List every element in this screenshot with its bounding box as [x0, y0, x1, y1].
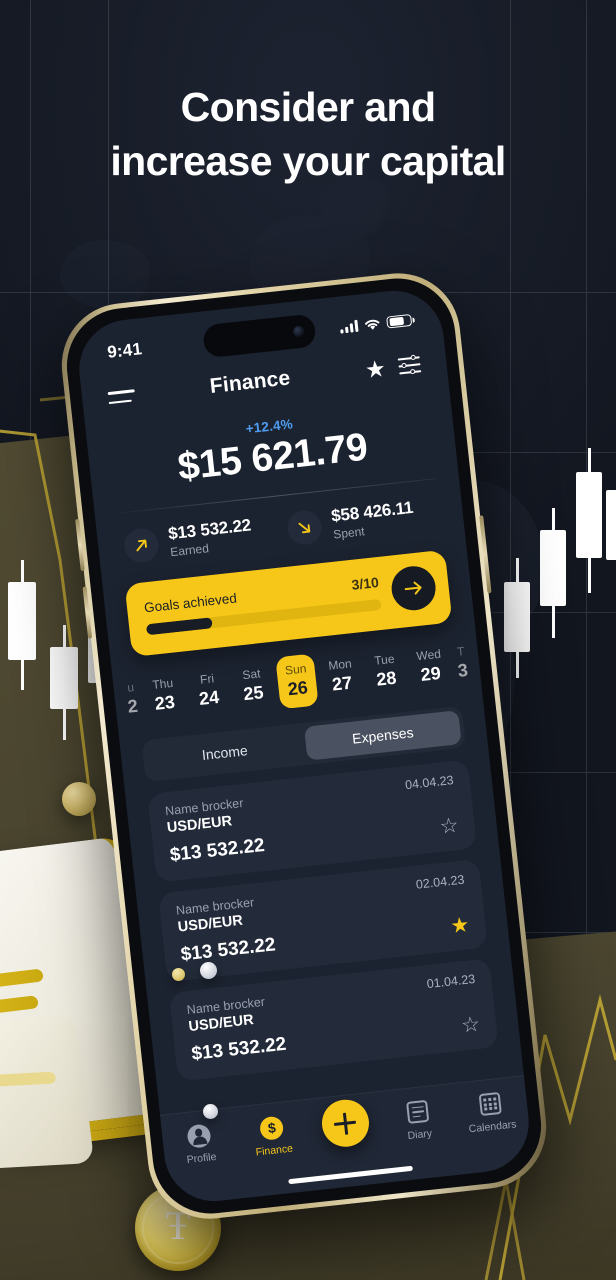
bottom-tab-bar: Profile $ Finance Diary Calendars [159, 1075, 534, 1207]
date-chip[interactable]: u2 [122, 673, 142, 726]
star-icon[interactable]: ★ [364, 355, 387, 383]
date-chip[interactable]: Fri 24 [186, 663, 230, 719]
promo-headline: Consider and increase your capital [0, 80, 616, 188]
transaction-amount: $13 532.22 [179, 934, 277, 966]
hamburger-menu-icon[interactable] [107, 389, 136, 405]
favorite-star-icon[interactable]: ☆ [439, 814, 460, 839]
white-ball-decor [200, 962, 217, 979]
headline-line-1: Consider and [180, 84, 436, 130]
date-chip-day: 25 [242, 682, 265, 705]
status-time: 9:41 [106, 339, 143, 362]
arrow-down-right-icon [285, 508, 324, 546]
date-chip[interactable]: Sun 26 [275, 653, 319, 710]
date-chip-weekday: Mon [327, 656, 353, 673]
transaction-amount: $13 532.22 [168, 834, 266, 867]
date-chip-weekday: Sat [241, 666, 262, 683]
transaction-row[interactable]: Name brocker 01.04.23 USD/EUR $13 532.22 ☆ [168, 958, 499, 1082]
candlestick-decor [8, 560, 36, 690]
white-ball-decor [203, 1104, 218, 1119]
transaction-list: Name brocker 04.04.23 USD/EUR $13 532.22 ☆ Na… [124, 745, 520, 1084]
date-chip-day: 24 [198, 686, 221, 709]
date-chip[interactable]: Wed 29 [408, 639, 452, 695]
tab-calendars[interactable]: Calendars [452, 1086, 529, 1137]
date-chip-weekday: Wed [415, 646, 442, 664]
date-chip[interactable]: Thu 23 [142, 668, 186, 724]
front-camera-icon [292, 325, 305, 338]
favorite-star-icon[interactable]: ☆ [460, 1013, 481, 1038]
goals-progress-fill [145, 617, 213, 636]
dollar-coin-icon: $ [259, 1115, 285, 1141]
add-transaction-button[interactable] [307, 1097, 384, 1151]
cellular-signal-icon [339, 319, 359, 334]
profile-avatar-icon [186, 1122, 212, 1149]
wifi-icon [364, 319, 380, 330]
candlestick-decor [504, 558, 530, 678]
date-chip-weekday: Thu [151, 675, 174, 692]
date-chip-day: 3 [456, 659, 469, 681]
diary-icon [405, 1099, 430, 1124]
date-chip[interactable]: Mon 27 [319, 649, 363, 705]
page-title: Finance [208, 366, 292, 398]
arrow-right-icon [404, 581, 422, 595]
date-chip-day: 2 [126, 695, 139, 717]
date-chip-day: 28 [375, 667, 398, 690]
calendar-icon [478, 1091, 502, 1117]
date-chip-day: 29 [419, 662, 442, 685]
candlestick-decor [576, 448, 602, 593]
tab-profile[interactable]: Profile [161, 1118, 238, 1169]
date-chip[interactable]: Tue 28 [364, 644, 408, 700]
goals-label: Goals achieved [143, 590, 238, 616]
date-chip-weekday: Sun [284, 661, 308, 678]
gold-sphere-decor [62, 782, 96, 816]
favorite-star-icon[interactable]: ★ [449, 913, 470, 938]
arrow-up-right-icon [122, 526, 161, 564]
date-chip-day: 26 [286, 677, 309, 700]
filter-sliders-icon[interactable] [397, 354, 422, 375]
goals-count: 3/10 [350, 574, 380, 593]
transaction-amount: $13 532.22 [190, 1033, 288, 1065]
battery-icon [386, 313, 413, 329]
goals-arrow-button[interactable] [389, 563, 438, 613]
date-chip-weekday: T [456, 644, 466, 659]
tab-diary[interactable]: Diary [379, 1094, 456, 1145]
headline-line-2: increase your capital [110, 138, 506, 185]
date-chip-weekday: Fri [199, 671, 215, 687]
candlestick-decor [50, 625, 78, 740]
candlestick-decor [540, 508, 566, 638]
candlestick-decor [606, 470, 616, 590]
date-chip-weekday: u [126, 680, 135, 695]
date-chip[interactable]: T3 [452, 637, 472, 690]
tab-finance[interactable]: $ Finance [234, 1110, 311, 1161]
stat-spent[interactable]: $58 426.11 Spent [285, 495, 439, 546]
plus-icon [319, 1097, 371, 1150]
date-chip-day: 23 [153, 691, 176, 714]
date-chip[interactable]: Sat 25 [231, 658, 275, 714]
date-chip-weekday: Tue [373, 651, 396, 668]
phone-screen: 9:41 Finance ★ +12.4% $15 621.79 $13 532… [74, 285, 534, 1207]
stat-earned[interactable]: $13 532.22 Earned [122, 513, 276, 564]
gold-ball-decor [172, 968, 185, 981]
date-chip-day: 27 [331, 672, 354, 695]
